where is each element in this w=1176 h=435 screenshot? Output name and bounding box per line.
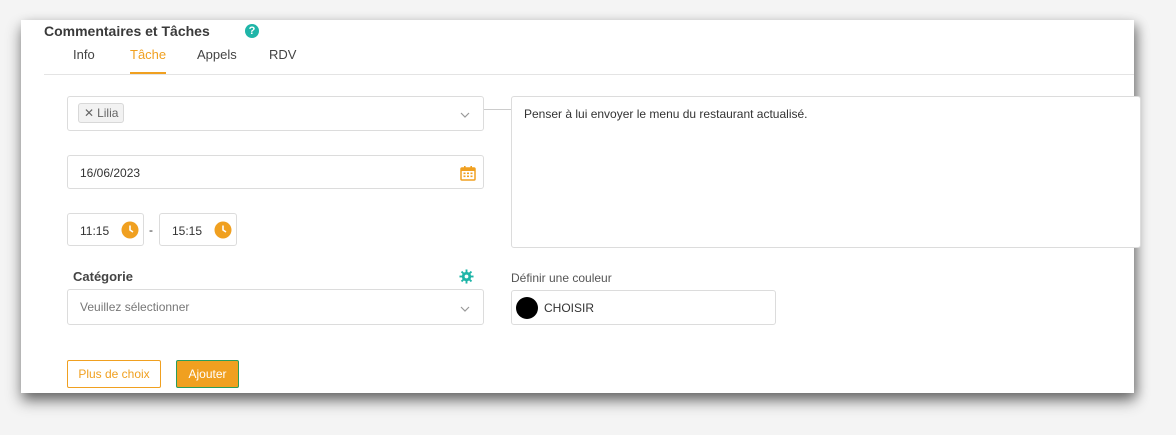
time-end-value: 15:15 (172, 224, 203, 238)
help-icon[interactable]: ? (245, 24, 259, 38)
category-placeholder: Veuillez sélectionner (80, 300, 190, 314)
chevron-down-icon (460, 306, 470, 312)
color-label: Définir une couleur (511, 271, 612, 285)
assignee-chip-label: Lilia (97, 106, 119, 120)
gear-icon[interactable] (459, 269, 474, 284)
panel-title: Commentaires et Tâches (44, 23, 210, 39)
clock-icon[interactable] (121, 221, 139, 239)
tab-appels[interactable]: Appels (197, 47, 237, 72)
tab-rdv[interactable]: RDV (269, 47, 296, 72)
tab-tache[interactable]: Tâche (130, 47, 167, 74)
date-field[interactable]: 16/06/2023 (67, 155, 484, 189)
date-value: 16/06/2023 (80, 166, 141, 180)
tab-bar: Info Tâche Appels RDV (44, 44, 1134, 75)
color-picker[interactable]: CHOISIR (511, 290, 776, 325)
time-separator: - (149, 223, 153, 237)
chevron-down-icon (460, 112, 470, 118)
comment-text: Penser à lui envoyer le menu du restaura… (524, 107, 808, 121)
category-label: Catégorie (73, 269, 133, 284)
comments-tasks-panel: Commentaires et Tâches ? Info Tâche Appe… (21, 20, 1141, 393)
time-start-value: 11:15 (80, 224, 110, 238)
connector-line (484, 109, 511, 110)
add-button[interactable]: Ajouter (176, 360, 239, 388)
time-end-field[interactable]: 15:15 (159, 213, 237, 246)
choose-color-label: CHOISIR (544, 301, 595, 315)
color-swatch (516, 297, 538, 319)
more-choices-button[interactable]: Plus de choix (67, 360, 161, 388)
assignee-select[interactable]: ✕ Lilia (67, 96, 484, 131)
time-start-field[interactable]: 11:15 (67, 213, 144, 246)
comment-textarea[interactable]: Penser à lui envoyer le menu du restaura… (511, 96, 1141, 248)
category-select[interactable]: Veuillez sélectionner (67, 289, 484, 325)
remove-chip-icon[interactable]: ✕ (84, 106, 94, 120)
calendar-icon[interactable] (460, 165, 476, 181)
tab-info[interactable]: Info (73, 47, 95, 72)
assignee-chip: ✕ Lilia (78, 103, 125, 123)
clock-icon[interactable] (214, 221, 232, 239)
